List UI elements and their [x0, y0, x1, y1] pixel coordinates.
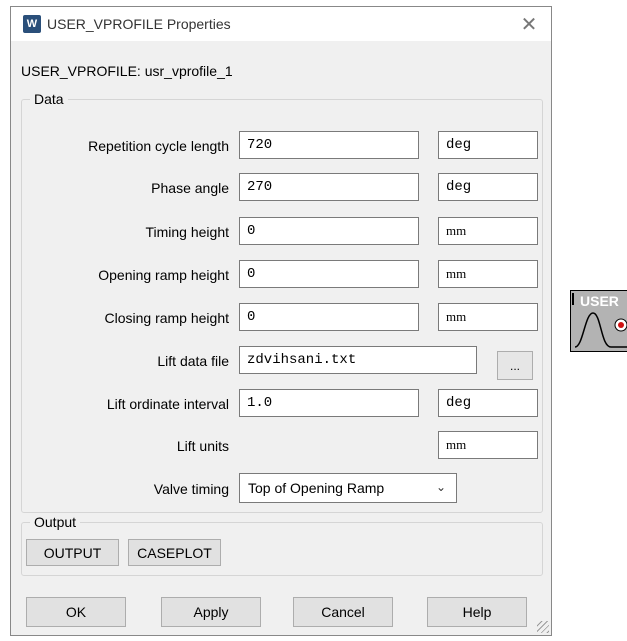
- valve-profile-icon: [574, 312, 627, 348]
- repetition-cycle-length-input[interactable]: 720: [239, 131, 419, 159]
- opening-ramp-height-input[interactable]: 0: [239, 260, 419, 288]
- user-vprofile-component-icon[interactable]: USER: [570, 290, 627, 352]
- repetition-cycle-length-label: Repetition cycle length: [88, 138, 229, 154]
- lift-units-label: Lift units: [176, 438, 229, 454]
- app-icon: W: [23, 15, 41, 33]
- phase-angle-input[interactable]: 270: [239, 173, 419, 201]
- opening-ramp-height-label: Opening ramp height: [98, 267, 229, 283]
- lift-units-field[interactable]: mm: [438, 431, 538, 459]
- lift-ordinate-interval-input[interactable]: 1.0: [239, 389, 419, 417]
- phase-angle-label: Phase angle: [151, 180, 229, 196]
- timing-height-label: Timing height: [145, 224, 229, 240]
- chevron-down-icon: ⌄: [435, 480, 446, 494]
- phase-angle-unit[interactable]: deg: [438, 173, 538, 201]
- closing-ramp-height-unit[interactable]: mm: [438, 303, 538, 331]
- closing-ramp-height-label: Closing ramp height: [104, 310, 229, 326]
- lift-data-file-input[interactable]: zdvihsani.txt: [239, 346, 477, 374]
- valve-timing-selected-value: Top of Opening Ramp: [248, 480, 385, 496]
- output-button[interactable]: OUTPUT: [26, 539, 119, 566]
- ok-button[interactable]: OK: [26, 597, 126, 627]
- component-name-label: USER_VPROFILE: usr_vprofile_1: [21, 63, 233, 79]
- help-button[interactable]: Help: [427, 597, 527, 627]
- lift-ordinate-interval-label: Lift ordinate interval: [106, 396, 229, 412]
- properties-dialog: W USER_VPROFILE Properties ✕ USER_VPROFI…: [10, 6, 552, 636]
- browse-button[interactable]: ...: [497, 351, 533, 380]
- output-group-legend: Output: [34, 514, 77, 530]
- opening-ramp-height-unit[interactable]: mm: [438, 260, 538, 288]
- closing-ramp-height-input[interactable]: 0: [239, 303, 419, 331]
- valve-timing-label: Valve timing: [153, 481, 229, 497]
- caseplot-button[interactable]: CASEPLOT: [128, 539, 221, 566]
- repetition-cycle-length-unit[interactable]: deg: [438, 131, 538, 159]
- timing-height-unit[interactable]: mm: [438, 217, 538, 245]
- resize-grip-icon[interactable]: [537, 621, 549, 633]
- valve-timing-select[interactable]: Top of Opening Ramp ⌄: [239, 473, 457, 503]
- cancel-button[interactable]: Cancel: [293, 597, 393, 627]
- lift-data-file-label: Lift data file: [157, 353, 229, 369]
- close-icon[interactable]: ✕: [507, 7, 551, 41]
- title-bar: W USER_VPROFILE Properties ✕: [11, 7, 551, 41]
- lift-ordinate-interval-unit[interactable]: deg: [438, 389, 538, 417]
- timing-height-input[interactable]: 0: [239, 217, 419, 245]
- apply-button[interactable]: Apply: [161, 597, 261, 627]
- window-title: USER_VPROFILE Properties: [47, 16, 231, 32]
- data-group-legend: Data: [34, 91, 64, 107]
